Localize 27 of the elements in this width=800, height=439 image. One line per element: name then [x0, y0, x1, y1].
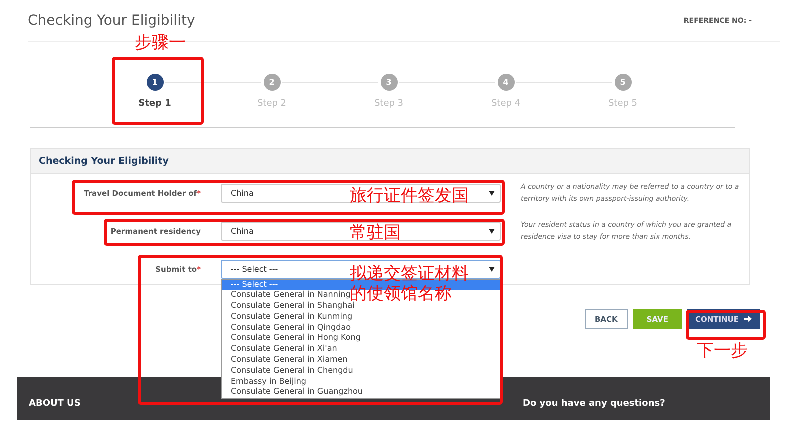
dropdown-option[interactable]: Consulate General in Xi'an: [222, 344, 338, 356]
dropdown-option[interactable]: Embassy in Beijing: [222, 376, 307, 388]
footer-heading: Do you have any questions?: [523, 399, 666, 409]
annotation-label: 下一步: [697, 341, 748, 361]
footer-heading: ABOUT US: [29, 399, 82, 409]
caret-icon: [489, 228, 495, 234]
dropdown-option[interactable]: Consulate General in Kunming: [222, 312, 353, 323]
dropdown-option[interactable]: Consulate General in Hong Kong: [222, 333, 361, 344]
page-title: Checking Your Eligibility: [28, 12, 196, 28]
step-label: Step 3: [374, 99, 404, 109]
dropdown-option[interactable]: Consulate General in Nanning: [222, 290, 351, 302]
arrow-right-icon: [744, 315, 752, 323]
dropdown-option[interactable]: Consulate General in Chengdu: [222, 366, 354, 377]
dropdown-option[interactable]: Consulate General in Xiamen: [222, 355, 348, 366]
dropdown-option[interactable]: Consulate General in Shanghai: [222, 301, 355, 312]
dropdown-option[interactable]: Consulate General in Qingdao: [222, 322, 351, 334]
step-circle[interactable]: 1: [146, 74, 164, 91]
step-label: Step 4: [491, 99, 521, 109]
step-label: Step 1: [138, 99, 172, 109]
caret-icon: [489, 266, 495, 272]
annotation-label: 常驻国: [350, 223, 401, 243]
annotation-label: 步骤一: [135, 33, 186, 53]
step-label: Step 5: [608, 99, 638, 109]
step-label: Step 2: [257, 99, 287, 109]
dropdown-option[interactable]: Consulate General in Guangzhou: [222, 387, 363, 398]
panel-title: Checking Your Eligibility: [39, 156, 169, 166]
caret-icon: [489, 190, 495, 196]
